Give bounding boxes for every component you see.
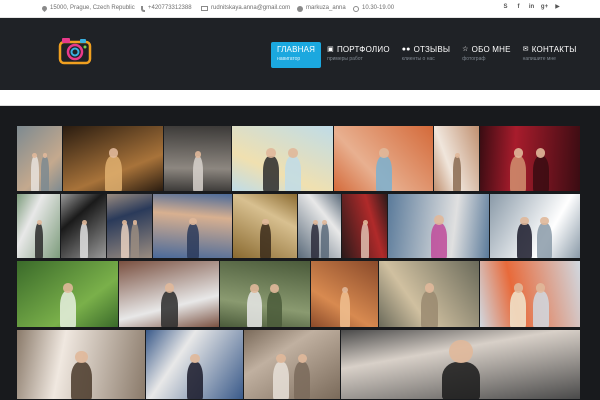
skype-text[interactable]: markuza_anna [306, 4, 346, 13]
nav-sublabel: напишите мне [522, 56, 556, 62]
phone-icon [141, 5, 145, 12]
facebook-icon[interactable]: f [514, 3, 523, 12]
phone-text[interactable]: +420773312388 [148, 4, 192, 13]
address-text: 15000, Prague, Czech Republic [50, 5, 135, 11]
photo-gallery [0, 106, 600, 400]
top-contact-bar: 15000, Prague, Czech Republic +420773312… [0, 0, 600, 18]
envelope-icon [201, 6, 208, 11]
linkedin-icon[interactable]: in [527, 3, 536, 12]
nav-item-portfolio[interactable]: ▣ ПОРТФОЛИО примеры работ [321, 42, 396, 68]
skype-icon[interactable]: S [501, 3, 510, 12]
photo-red-flowers-couple[interactable] [480, 126, 580, 191]
photo-couple-river[interactable] [244, 330, 340, 399]
photo-woman-reading-red[interactable] [342, 194, 387, 258]
star-icon: ☆ [462, 45, 469, 53]
photo-woman-golden-light[interactable] [311, 261, 378, 327]
photo-couple-closeup-blue[interactable] [153, 194, 232, 258]
photo-couple-golden[interactable] [233, 194, 297, 258]
email-text[interactable]: rudnitskaya.anna@gmail.com [211, 4, 290, 13]
photo-graffiti-wall[interactable] [388, 194, 489, 258]
hours-text: 10.30-19.00 [362, 5, 395, 11]
email-info[interactable]: rudnitskaya.anna@gmail.com [201, 4, 290, 13]
site-header: ГЛАВНАЯ навигатор ▣ ПОРТФОЛИО примеры ра… [0, 18, 600, 90]
photo-wedding-group[interactable] [490, 194, 580, 258]
photo-couple-park[interactable] [17, 194, 60, 258]
photo-couple-umbrella[interactable] [61, 194, 106, 258]
nav-item-reviews[interactable]: ●● ОТЗЫВЫ клиенты о нас [396, 42, 456, 68]
nav-label: ОТЗЫВЫ [413, 45, 451, 54]
skype-icon [297, 5, 303, 12]
clock-icon [353, 5, 359, 12]
google-plus-icon[interactable]: g+ [540, 3, 549, 12]
users-icon: ●● [401, 45, 411, 53]
camera-icon: ▣ [327, 45, 334, 53]
nav-item-contacts[interactable]: ✉ КОНТАКТЫ напишите мне [517, 42, 583, 68]
nav-label: ПОРТФОЛИО [336, 45, 390, 54]
hours-info: 10.30-19.00 [353, 4, 394, 13]
nav-sublabel: клиенты о нас [401, 56, 435, 62]
nav-sublabel: примеры работ [327, 56, 363, 62]
photo-couple-old-town[interactable] [17, 126, 62, 191]
photo-hot-air-balloon[interactable] [232, 126, 333, 191]
nav-item-home[interactable]: ГЛАВНАЯ навигатор [271, 42, 322, 68]
map-pin-icon [40, 4, 49, 13]
photo-green-garden[interactable] [17, 261, 118, 327]
photo-bride-charles-bridge[interactable] [341, 330, 580, 399]
phone-info[interactable]: +420773312388 [141, 4, 192, 13]
header-spacer [0, 90, 600, 106]
photo-bride-street[interactable] [434, 126, 479, 191]
photo-couple-bridge[interactable] [298, 194, 341, 258]
nav-label: КОНТАКТЫ [531, 45, 577, 54]
photo-groom-bride-portrait[interactable] [107, 194, 152, 258]
photo-bride-holding-flowers[interactable] [17, 330, 145, 399]
photo-kiss-towers[interactable] [119, 261, 219, 327]
nav-item-about[interactable]: ☆ ОБО МНЕ фотограф [456, 42, 517, 68]
nav-label: ОБО МНЕ [471, 45, 511, 54]
photo-bride-sparkler[interactable] [63, 126, 163, 191]
photo-bouquet-table[interactable] [480, 261, 580, 327]
address-info: 15000, Prague, Czech Republic [40, 4, 135, 13]
photo-couple-lying-grass[interactable] [379, 261, 479, 327]
skype-info[interactable]: markuza_anna [297, 4, 346, 13]
main-navigation: ГЛАВНАЯ навигатор ▣ ПОРТФОЛИО примеры ра… [271, 42, 583, 68]
nav-sublabel: фотограф [462, 56, 486, 62]
photo-couple-hug-blue[interactable] [146, 330, 243, 399]
social-links: S f in g+ ▶ [501, 3, 562, 12]
nav-sublabel: навигатор [277, 56, 301, 62]
envelope-icon: ✉ [522, 45, 529, 53]
photo-couple-forest[interactable] [220, 261, 310, 327]
camera-logo[interactable] [58, 35, 92, 65]
photo-couple-car[interactable] [164, 126, 231, 191]
youtube-icon[interactable]: ▶ [553, 3, 562, 12]
photo-prague-rooftops[interactable] [334, 126, 433, 191]
nav-label: ГЛАВНАЯ [277, 45, 316, 54]
